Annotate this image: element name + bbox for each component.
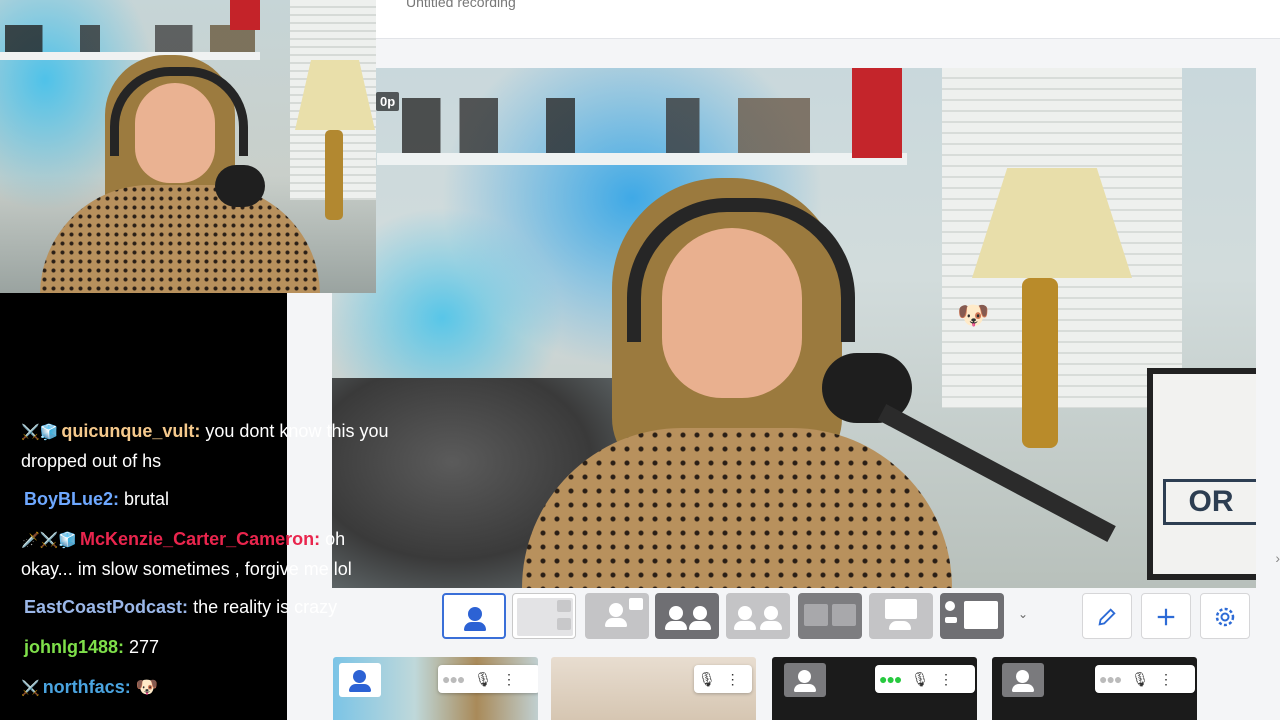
- chat-badges-icon: 🗡️⚔️🧊: [21, 532, 78, 549]
- chat-text: 277: [124, 637, 160, 657]
- studio-topbar: Untitled recording: [376, 0, 1280, 39]
- monitor: OR: [1147, 368, 1256, 580]
- participant-tile-guest-2[interactable]: ●●● 🎙 ⋮: [772, 657, 977, 720]
- chat-message: 🗡️⚔️🧊 McKenzie_Carter_Cameron: oh okay...…: [21, 525, 401, 583]
- participant-controls: ●●● 🎙 ⋮: [875, 665, 975, 693]
- webcam-red-book: [230, 0, 260, 30]
- chat-text: the reality is crazy: [188, 597, 338, 617]
- chat-message: ⚔️🧊 quicunque_vult: you dont know this yo…: [21, 417, 421, 475]
- webcam-headphones: [110, 67, 248, 156]
- more-options-icon[interactable]: ⋮: [726, 671, 740, 687]
- stage-badge: 0p: [376, 92, 400, 111]
- gear-icon: [1215, 607, 1235, 627]
- edit-icon: [1098, 608, 1116, 626]
- participant-controls: ●●● 🎙 ⋮: [438, 665, 538, 693]
- layout-side-by-side-button[interactable]: [798, 593, 862, 639]
- chevron-down-icon[interactable]: ⌄: [1018, 607, 1028, 621]
- chat-text: brutal: [119, 489, 170, 509]
- participant-controls: 🎙 ⋮: [694, 665, 752, 693]
- mic-icon[interactable]: 🎙: [698, 671, 716, 687]
- chat-text: 🐶: [130, 677, 159, 697]
- recording-title[interactable]: Untitled recording: [406, 0, 516, 10]
- audio-level-icon: ●●●: [879, 671, 902, 687]
- chat-badges-icon: ⚔️: [21, 680, 40, 697]
- participant-avatar: [1002, 663, 1044, 697]
- layout-solo-button[interactable]: [442, 593, 506, 639]
- chat-username: northfacs:: [42, 677, 131, 697]
- webcam-overlay: [0, 0, 376, 293]
- webcam-mic: [215, 165, 265, 207]
- layout-screen-list-button[interactable]: [940, 593, 1004, 639]
- host-torso: [522, 428, 952, 588]
- webcam-torso: [40, 185, 320, 293]
- layout-two-up-alt-button[interactable]: [726, 593, 790, 639]
- participant-controls: ●●● 🎙 ⋮: [1095, 665, 1195, 693]
- chat-badges-icon: ⚔️🧊: [21, 424, 59, 441]
- participant-avatar: [784, 663, 826, 697]
- shelf: [377, 153, 907, 165]
- layout-pip-button[interactable]: [585, 593, 649, 639]
- main-stage-video: OR 0p 🐶: [332, 68, 1256, 588]
- participant-tile-guest-1[interactable]: 🎙 ⋮: [551, 657, 756, 720]
- dog-sticker-icon: 🐶: [957, 300, 990, 330]
- audio-level-icon: ●●●: [1099, 671, 1122, 687]
- webcam-host: [30, 55, 330, 293]
- mic-icon[interactable]: 🎙: [911, 671, 929, 687]
- shelf-items: [402, 98, 882, 153]
- participant-tile-guest-3[interactable]: ●●● 🎙 ⋮: [992, 657, 1197, 720]
- chat-username: McKenzie_Carter_Cameron:: [80, 529, 321, 549]
- more-options-icon[interactable]: ⋮: [502, 671, 516, 687]
- participant-avatar: [339, 663, 381, 697]
- add-button[interactable]: [1141, 593, 1191, 639]
- monitor-logo: OR: [1163, 479, 1256, 525]
- webcam-shelf-items: [5, 25, 255, 53]
- chevron-right-icon[interactable]: ›: [1275, 550, 1280, 566]
- mic-icon[interactable]: 🎙: [474, 671, 492, 687]
- chat-message: EastCoastPodcast: the reality is crazy: [21, 593, 421, 623]
- audio-level-icon: ●●●: [442, 671, 465, 687]
- layout-screen-button[interactable]: [869, 593, 933, 639]
- layout-grid-small-button[interactable]: [512, 593, 576, 639]
- settings-button[interactable]: [1200, 593, 1250, 639]
- participant-tile-self[interactable]: ●●● 🎙 ⋮: [333, 657, 538, 720]
- lamp-base: [1022, 278, 1058, 448]
- plus-icon: [1157, 608, 1175, 626]
- mic-icon[interactable]: 🎙: [1131, 671, 1149, 687]
- chat-message: BoyBLue2: brutal: [21, 485, 421, 515]
- layout-two-up-button[interactable]: [655, 593, 719, 639]
- chat-username: BoyBLue2:: [24, 489, 120, 509]
- more-options-icon[interactable]: ⋮: [1159, 671, 1173, 687]
- edit-button[interactable]: [1082, 593, 1132, 639]
- host-video: [522, 178, 1116, 588]
- chat-username: EastCoastPodcast:: [24, 597, 189, 617]
- more-options-icon[interactable]: ⋮: [939, 671, 953, 687]
- chat-username: quicunque_vult:: [61, 421, 201, 441]
- chat-username: johnlg1488:: [24, 637, 125, 657]
- red-book: [852, 68, 902, 158]
